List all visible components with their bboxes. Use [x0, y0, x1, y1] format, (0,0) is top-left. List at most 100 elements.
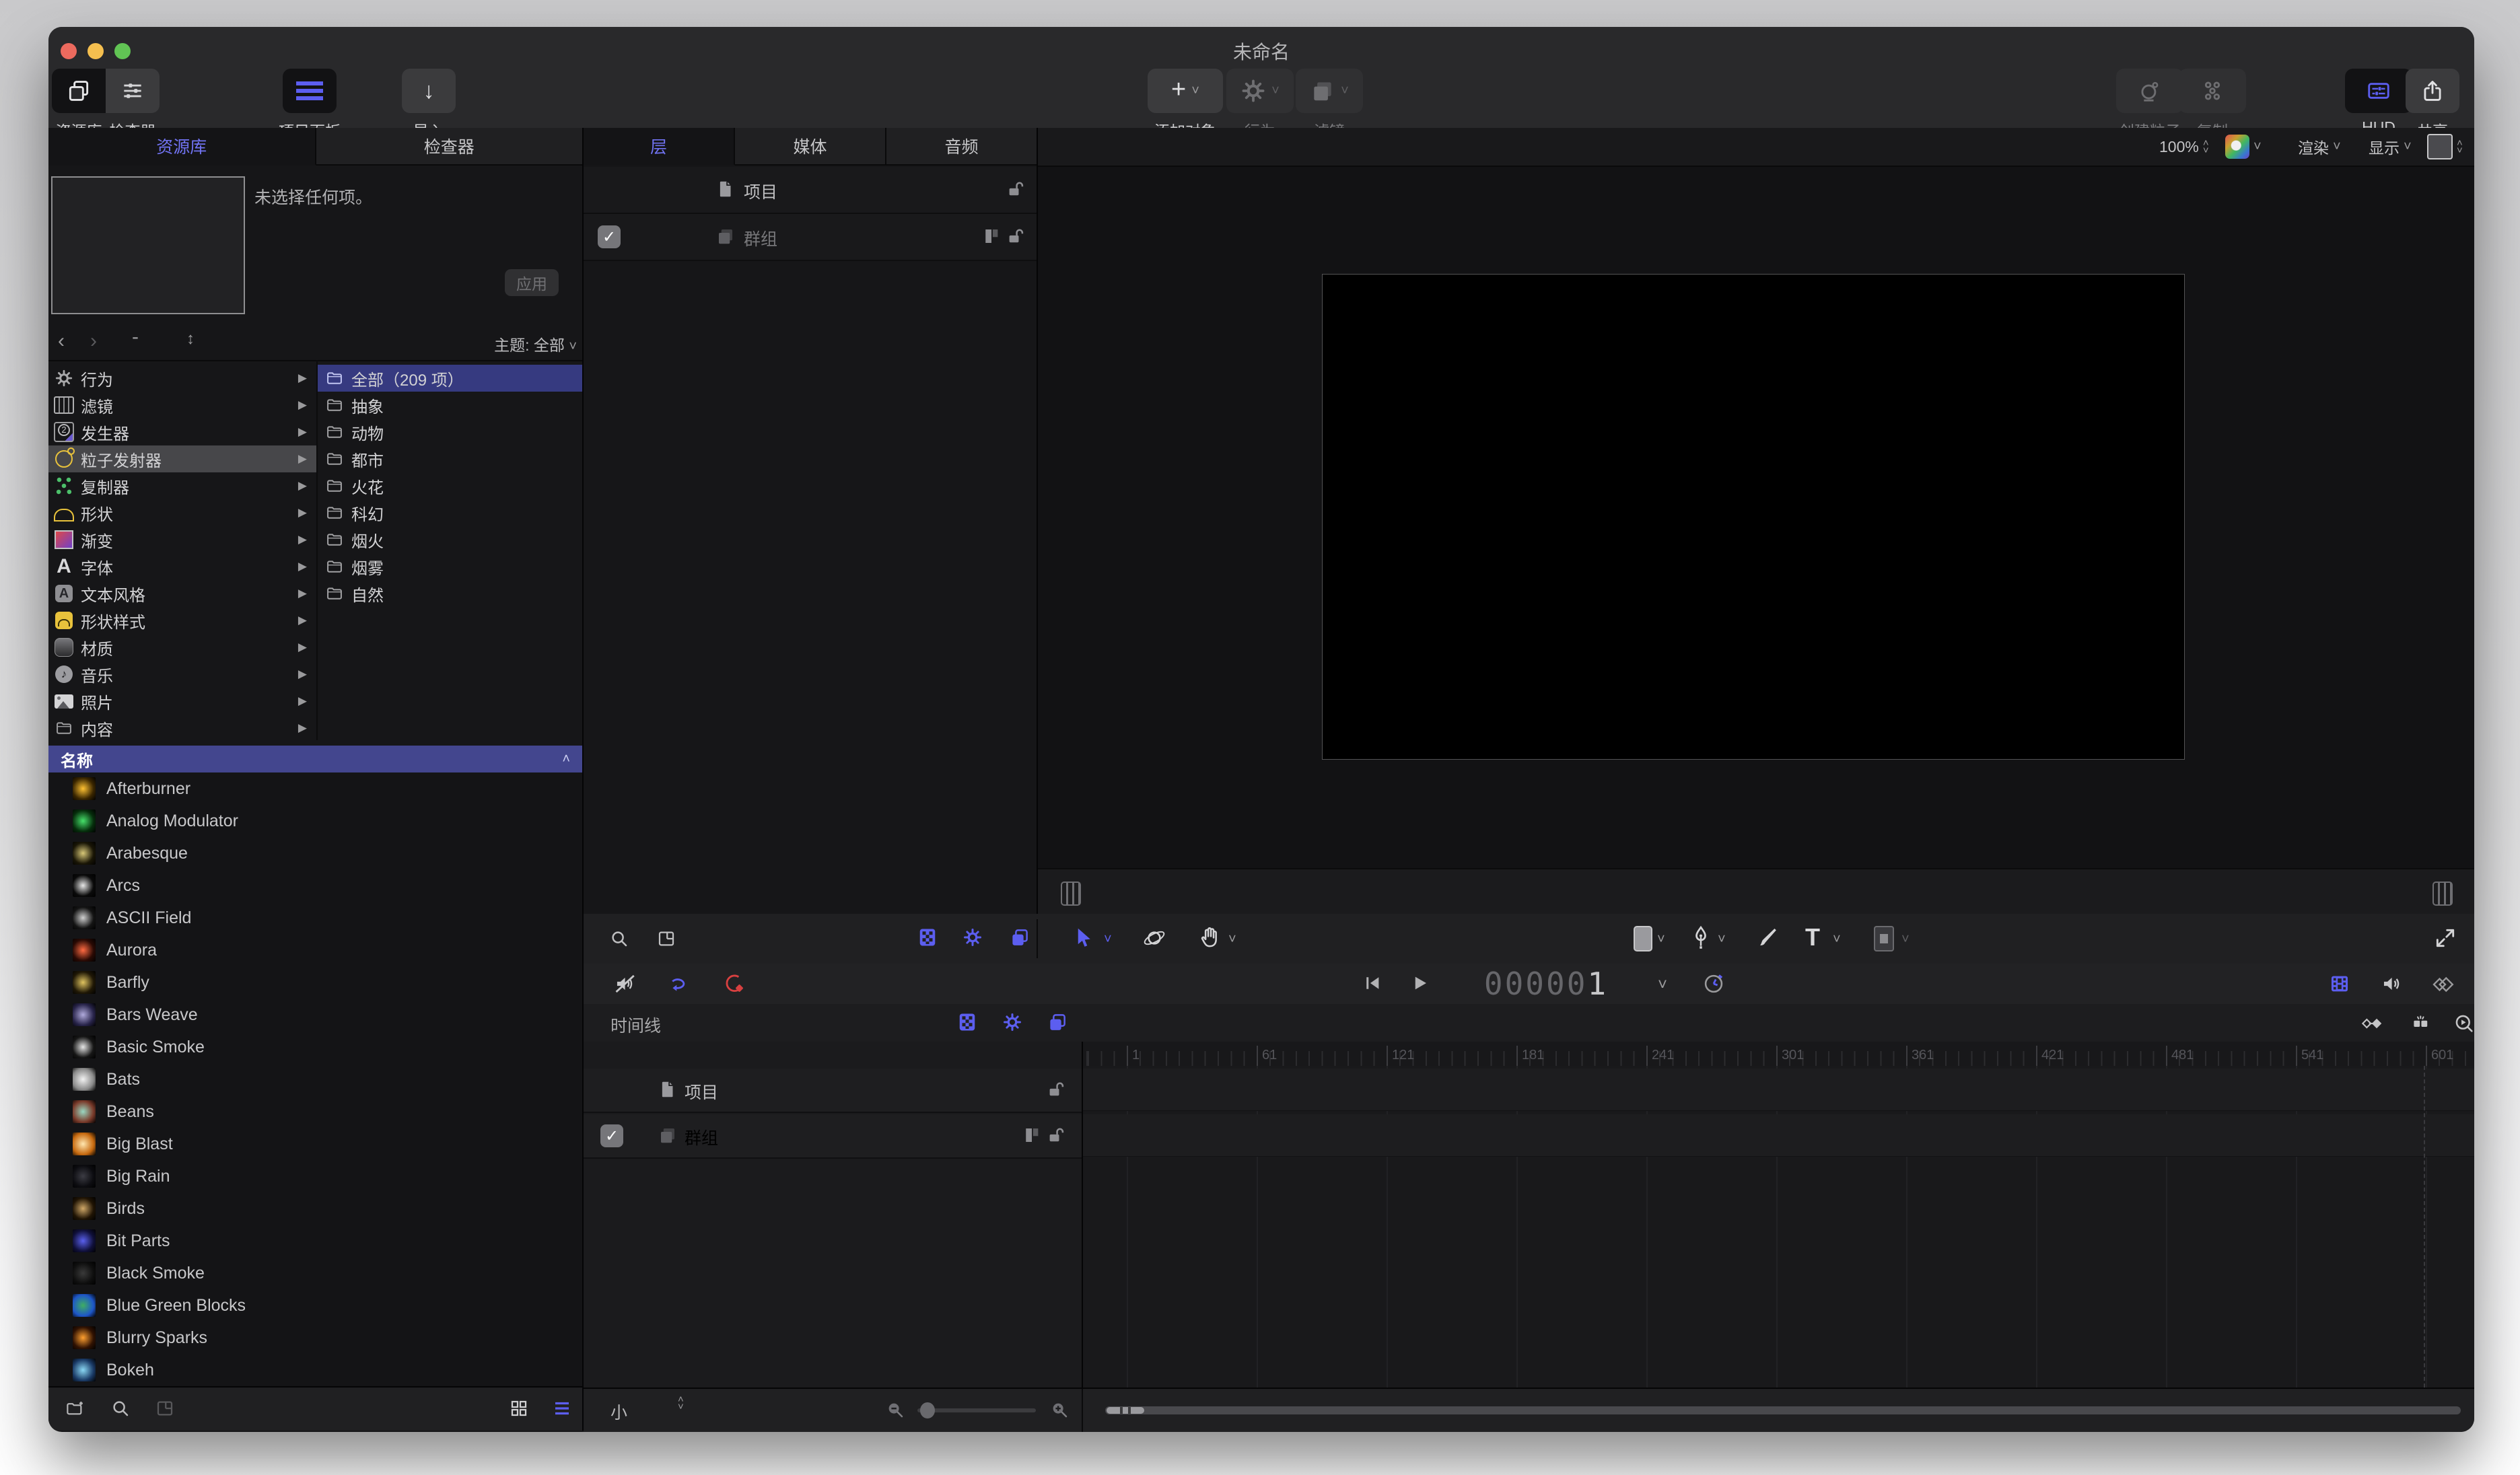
- library-item[interactable]: Blurry Sparks: [48, 1322, 582, 1354]
- scrollbar-handle[interactable]: [1107, 1407, 1144, 1414]
- preview-pane-icon[interactable]: [155, 1398, 175, 1418]
- project-pane-button[interactable]: [283, 69, 337, 113]
- disclosure-arrow-icon[interactable]: [298, 668, 307, 681]
- timeline-group-row[interactable]: 群组: [584, 1114, 1082, 1159]
- library-category-row[interactable]: 粒子发射器: [48, 445, 316, 472]
- snapping-icon[interactable]: [2410, 1012, 2432, 1035]
- inspector-toggle-button[interactable]: [106, 69, 160, 113]
- chevron-down-icon[interactable]: ˅: [1657, 933, 1665, 946]
- pan-hand-tool[interactable]: [1197, 925, 1222, 950]
- chevron-down-icon[interactable]: ˅: [1833, 933, 1841, 946]
- list-view-icon[interactable]: [552, 1398, 572, 1418]
- library-subcategory-row[interactable]: 自然: [318, 580, 582, 607]
- chevron-down-icon[interactable]: ˅: [1104, 933, 1112, 946]
- disclosure-arrow-icon[interactable]: [298, 398, 307, 412]
- library-category-row[interactable]: 形状: [48, 499, 316, 526]
- text-tool[interactable]: T: [1805, 923, 1820, 951]
- library-category-row[interactable]: 字体: [48, 553, 316, 580]
- library-item[interactable]: Birds: [48, 1192, 582, 1225]
- name-column-header[interactable]: 名称 ˄: [48, 746, 582, 772]
- 3d-transform-tool[interactable]: [1142, 926, 1166, 950]
- library-category-row[interactable]: 渐变: [48, 526, 316, 553]
- library-subcategory-row[interactable]: 都市: [318, 445, 582, 472]
- layers-project-row[interactable]: 项目: [584, 167, 1037, 214]
- disclosure-arrow-icon[interactable]: [298, 506, 307, 519]
- search-icon[interactable]: [110, 1398, 131, 1418]
- grid-view-icon[interactable]: [509, 1398, 529, 1418]
- library-item[interactable]: ASCII Field: [48, 902, 582, 934]
- timeline-track-area[interactable]: [1083, 1066, 2474, 1388]
- make-particles-button[interactable]: [2116, 69, 2183, 113]
- import-button[interactable]: ↓: [402, 69, 456, 113]
- library-toggle-button[interactable]: [52, 69, 106, 113]
- group-visibility-checkbox[interactable]: [600, 1124, 623, 1147]
- disclosure-arrow-icon[interactable]: [298, 587, 307, 600]
- library-category-row[interactable]: 文本风格: [48, 580, 316, 607]
- zoom-to-playhead-icon[interactable]: [2453, 1012, 2474, 1035]
- chevron-down-icon[interactable]: ˅: [1718, 933, 1726, 946]
- tab-library[interactable]: 资源库: [48, 128, 316, 166]
- library-item[interactable]: Black Smoke: [48, 1257, 582, 1289]
- library-category-row[interactable]: 形状样式: [48, 607, 316, 634]
- library-item[interactable]: Arabesque: [48, 837, 582, 869]
- show-checkerboard-icon[interactable]: [917, 927, 938, 947]
- library-subcategory-row[interactable]: 火花: [318, 472, 582, 499]
- library-item[interactable]: Bit Parts: [48, 1225, 582, 1257]
- tab-media[interactable]: 媒体: [735, 128, 886, 166]
- disclosure-arrow-icon[interactable]: [298, 533, 307, 546]
- select-transform-tool[interactable]: [1072, 926, 1096, 950]
- view-popup[interactable]: 显示˅: [2369, 128, 2412, 166]
- disclosure-arrow-icon[interactable]: [298, 694, 307, 708]
- forward-arrow-icon[interactable]: ›: [90, 330, 97, 353]
- zoom-out-icon[interactable]: [885, 1400, 905, 1420]
- library-item[interactable]: Arcs: [48, 869, 582, 902]
- library-category-row[interactable]: 发生器: [48, 419, 316, 445]
- library-item[interactable]: Big Rain: [48, 1160, 582, 1192]
- canvas-zoom-control[interactable]: 100%˄˅: [2159, 128, 2209, 166]
- lock-open-icon[interactable]: [1047, 1125, 1067, 1145]
- show-layers-icon[interactable]: [1010, 927, 1030, 947]
- timeline-zoom-slider[interactable]: [917, 1408, 1036, 1412]
- library-subcategory-row[interactable]: 动物: [318, 419, 582, 445]
- record-keyframes-icon[interactable]: [724, 972, 746, 995]
- library-subcategory-row[interactable]: 科幻: [318, 499, 582, 526]
- track-size-stepper[interactable]: ˄˅: [678, 1396, 684, 1410]
- disclosure-arrow-icon[interactable]: [298, 479, 307, 493]
- chevron-down-icon[interactable]: ˅: [1228, 933, 1236, 946]
- channel-swatch-popup[interactable]: ˅: [2225, 128, 2262, 166]
- lock-open-icon[interactable]: [1006, 179, 1026, 199]
- new-folder-icon[interactable]: [65, 1398, 85, 1418]
- timeline-ruler[interactable]: 161121181241301361421481541601: [1083, 1042, 2474, 1067]
- show-keyframes-icon[interactable]: [2430, 972, 2455, 997]
- library-item[interactable]: Bokeh: [48, 1354, 582, 1386]
- tab-inspector[interactable]: 检查器: [316, 128, 583, 166]
- timecode-clock-icon[interactable]: [1702, 972, 1725, 995]
- library-category-row[interactable]: 材质: [48, 634, 316, 661]
- play-range-end-marker[interactable]: [2432, 882, 2453, 906]
- library-subcategory-row[interactable]: 烟雾: [318, 553, 582, 580]
- canvas-viewport[interactable]: [1323, 275, 2184, 759]
- audio-enabled-icon[interactable]: [2381, 972, 2404, 995]
- back-arrow-icon[interactable]: ‹: [58, 330, 65, 353]
- tab-layers[interactable]: 层: [584, 128, 735, 166]
- share-button[interactable]: [2406, 69, 2459, 113]
- play-range-start-marker[interactable]: [1061, 882, 1081, 906]
- rectangle-tool[interactable]: [1634, 926, 1652, 951]
- search-icon[interactable]: [609, 929, 629, 949]
- library-item[interactable]: Beans: [48, 1095, 582, 1128]
- library-item[interactable]: Blue Green Blocks: [48, 1289, 582, 1322]
- layout-swatch-stepper[interactable]: ˄˅: [2427, 128, 2463, 166]
- library-category-row[interactable]: 音乐: [48, 661, 316, 688]
- preview-pane-icon[interactable]: [656, 929, 676, 949]
- loop-playback-icon[interactable]: [666, 972, 689, 995]
- layers-group-row[interactable]: 群组: [584, 214, 1037, 261]
- library-category-row[interactable]: 照片: [48, 688, 316, 715]
- show-layers-icon[interactable]: [1047, 1012, 1068, 1032]
- library-item[interactable]: Big Blast: [48, 1128, 582, 1160]
- mask-tool[interactable]: [1874, 926, 1894, 951]
- library-subcategory-row[interactable]: 烟火: [318, 526, 582, 553]
- canvas-mini-timeline[interactable]: [1038, 868, 2474, 915]
- chevron-down-icon[interactable]: ˅: [1901, 933, 1910, 946]
- play-icon[interactable]: [1409, 973, 1430, 993]
- show-checkerboard-icon[interactable]: [957, 1012, 977, 1032]
